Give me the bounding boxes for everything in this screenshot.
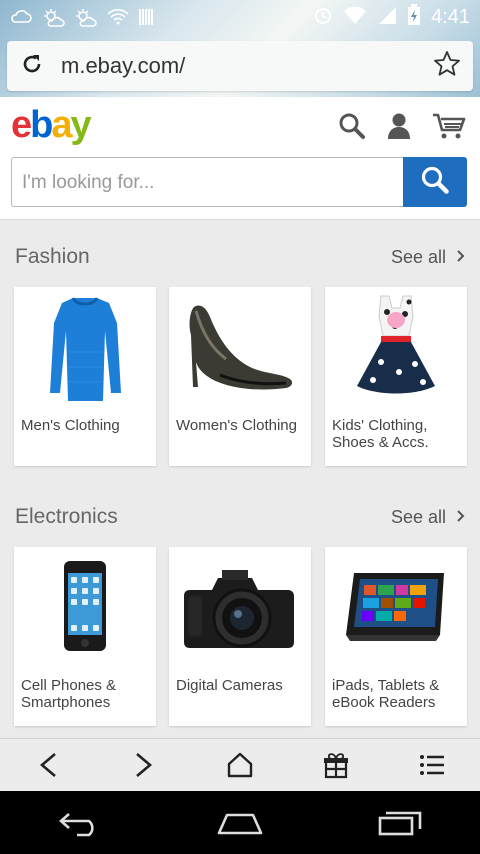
category-label: Men's Clothing — [21, 417, 120, 434]
battery-charging-icon — [407, 3, 421, 31]
category-card-tablets[interactable]: iPads, Tablets & eBook Readers — [325, 547, 467, 726]
back-arrow-icon[interactable] — [18, 740, 78, 790]
alarm-icon — [313, 5, 333, 30]
header-icons — [338, 112, 466, 145]
fashion-section: Fashion See all Men's Clothing Women's C… — [0, 220, 480, 480]
section-title: Electronics — [15, 505, 118, 528]
status-bar: 4:41 — [0, 0, 480, 34]
site-header: ebay I'm looking for... — [0, 97, 480, 220]
electronics-section: Electronics See all Cell Phones & Smartp… — [0, 480, 480, 740]
cart-icon[interactable] — [432, 112, 466, 145]
logo-letter-e: e — [11, 104, 32, 146]
gift-icon[interactable] — [306, 740, 366, 790]
logo-letter-y: y — [70, 104, 92, 146]
category-card-womens-clothing[interactable]: Women's Clothing — [169, 287, 311, 466]
signal-icon — [377, 5, 397, 30]
high-heel-shoe-image — [169, 287, 311, 407]
url-text[interactable]: m.ebay.com/ — [61, 53, 433, 79]
see-all-link[interactable]: See all — [391, 507, 466, 528]
category-card-digital-cameras[interactable]: Digital Cameras — [169, 547, 311, 726]
search-icon — [420, 165, 450, 200]
kids-dress-image — [325, 287, 467, 407]
android-nav-bar — [0, 791, 480, 854]
blue-sweater-image — [14, 287, 156, 407]
see-all-label: See all — [390, 507, 446, 527]
search-input[interactable]: I'm looking for... — [11, 157, 403, 207]
reload-icon[interactable] — [19, 51, 45, 82]
cloud-icon — [10, 8, 32, 26]
logo-letter-b: b — [30, 104, 53, 146]
url-bar[interactable]: m.ebay.com/ — [7, 41, 473, 91]
nav-back-icon[interactable] — [40, 798, 120, 848]
user-icon[interactable] — [386, 112, 412, 145]
barcode-icon — [138, 8, 160, 26]
category-label: Kids' Clothing, Shoes & Accs. — [332, 417, 429, 451]
logo-letter-a: a — [51, 104, 72, 146]
category-card-cell-phones[interactable]: Cell Phones & Smartphones — [14, 547, 156, 726]
category-label: Women's Clothing — [176, 417, 297, 434]
wifi-icon — [343, 5, 367, 30]
search-icon[interactable] — [338, 112, 366, 145]
category-label: Cell Phones & Smartphones — [21, 677, 117, 711]
forward-arrow-icon[interactable] — [114, 740, 174, 790]
category-card-mens-clothing[interactable]: Men's Clothing — [14, 287, 156, 466]
see-all-label: See all — [390, 247, 446, 267]
tablet-image — [325, 547, 467, 667]
home-icon[interactable] — [210, 740, 270, 790]
category-card-kids-clothing[interactable]: Kids' Clothing, Shoes & Accs. — [325, 287, 467, 466]
category-label: Digital Cameras — [176, 677, 283, 694]
search-button[interactable] — [403, 157, 467, 207]
dslr-camera-image — [169, 547, 311, 667]
smartphone-image — [14, 547, 156, 667]
ebay-logo[interactable]: ebay — [11, 104, 92, 147]
sun-cloud-icon — [42, 8, 65, 27]
system-icons: 4:41 — [313, 3, 470, 31]
sun-cloud-icon — [74, 8, 97, 27]
see-all-link[interactable]: See all — [391, 247, 466, 268]
chevron-right-icon — [456, 507, 466, 528]
nav-recents-icon[interactable] — [360, 798, 440, 848]
status-clock: 4:41 — [431, 5, 470, 28]
menu-list-icon[interactable] — [402, 740, 462, 790]
wifi-alert-icon — [106, 8, 129, 26]
browser-chrome: 4:41 m.ebay.com/ — [0, 0, 480, 97]
nav-home-icon[interactable] — [200, 798, 280, 848]
category-label: iPads, Tablets & eBook Readers — [332, 677, 440, 711]
notification-icons — [10, 8, 160, 27]
section-title: Fashion — [15, 245, 90, 268]
browser-toolbar — [0, 738, 480, 791]
chevron-right-icon — [456, 247, 466, 268]
bookmark-star-icon[interactable] — [433, 50, 461, 83]
